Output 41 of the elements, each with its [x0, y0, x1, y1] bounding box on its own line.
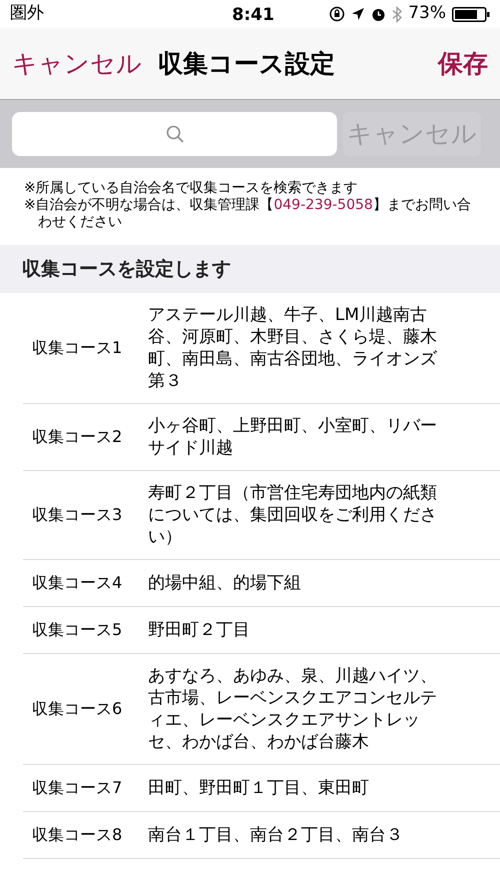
course-areas: 野田町２丁目 [148, 619, 448, 641]
note-text: ※所属している自治会名で収集コースを検索できます [24, 180, 359, 197]
course-row[interactable]: 収集コース4 的場中組、的場下組 [23, 560, 500, 607]
course-name: 収集コース2 [31, 426, 124, 448]
clock: 8:41 [232, 4, 274, 27]
course-areas: 田町、野田町１丁目、東田町 [148, 777, 448, 799]
note-text: ※自治会が不明な場合は、収集管理課【049-239-5058】までお問い合わせください [24, 197, 472, 231]
course-row[interactable]: 収集コース5 野田町２丁目 [23, 607, 500, 654]
rotation-lock-icon [329, 6, 346, 22]
course-areas: 的場中組、的場下組 [148, 572, 448, 594]
course-row[interactable]: 収集コース3 寿町２丁目（市営住宅寿団地内の紙類については、集団回収をご利用ください） [23, 471, 500, 560]
course-name: 収集コース3 [31, 504, 124, 526]
course-areas: あすなろ、あゆみ、泉、川越ハイツ、古市場、レーベンスクエアコンセルティエ、レーベンスクエアサントレッセ、わかば台、わかば台藤木 [148, 665, 448, 753]
course-areas: アステール川越、牛子、LM川越南古谷、河原町、木野目、さくら堤、藤木町、南田島、南古谷団地、ライオンズ第３ [148, 304, 448, 392]
carrier-label: 圏外 [10, 2, 44, 26]
bluetooth-icon [392, 6, 402, 22]
course-row[interactable]: 収集コース1 アステール川越、牛子、LM川越南古谷、河原町、木野目、さくら堤、藤木町、南田島、南古谷団地、ライオンズ第３ [23, 293, 500, 404]
phone-link[interactable]: 049-239-5058 [274, 197, 373, 213]
course-row[interactable]: 収集コース7 田町、野田町１丁目、東田町 [23, 765, 500, 812]
course-areas: 南台１丁目、南台２丁目、南台３ [148, 824, 448, 846]
search-icon [164, 124, 184, 144]
course-name: 収集コース1 [31, 337, 124, 359]
course-row[interactable]: 収集コース6 あすなろ、あゆみ、泉、川越ハイツ、古市場、レーベンスクエアコンセルティエ、レーベンスクエアサントレッセ、わかば台、わかば台藤木 [23, 654, 500, 765]
course-name: 収集コース7 [31, 777, 124, 799]
screen-title: 収集コース設定 [158, 48, 335, 80]
battery-icon [452, 6, 490, 22]
alarm-clock-icon [371, 6, 386, 22]
location-arrow-icon [351, 7, 366, 21]
course-name: 収集コース5 [31, 619, 124, 641]
save-button[interactable]: 保存 [438, 44, 488, 82]
section-title: 収集コースを設定します [22, 256, 231, 282]
course-row[interactable]: 収集コース2 小ヶ谷町、上野田町、小室町、リバーサイド川越 [23, 404, 500, 471]
search-field[interactable] [12, 112, 337, 156]
course-name: 収集コース6 [31, 698, 124, 720]
cancel-button[interactable]: キャンセル [12, 44, 142, 82]
battery-percentage: 73% [408, 2, 446, 26]
course-areas: 寿町２丁目（市営住宅寿団地内の紙類については、集団回収をご利用ください） [148, 482, 448, 548]
course-name: 収集コース4 [31, 572, 124, 594]
course-areas: 小ヶ谷町、上野田町、小室町、リバーサイド川越 [148, 415, 448, 459]
course-name: 収集コース8 [31, 824, 124, 846]
course-row[interactable]: 収集コース8 南台１丁目、南台２丁目、南台３ [23, 812, 500, 859]
